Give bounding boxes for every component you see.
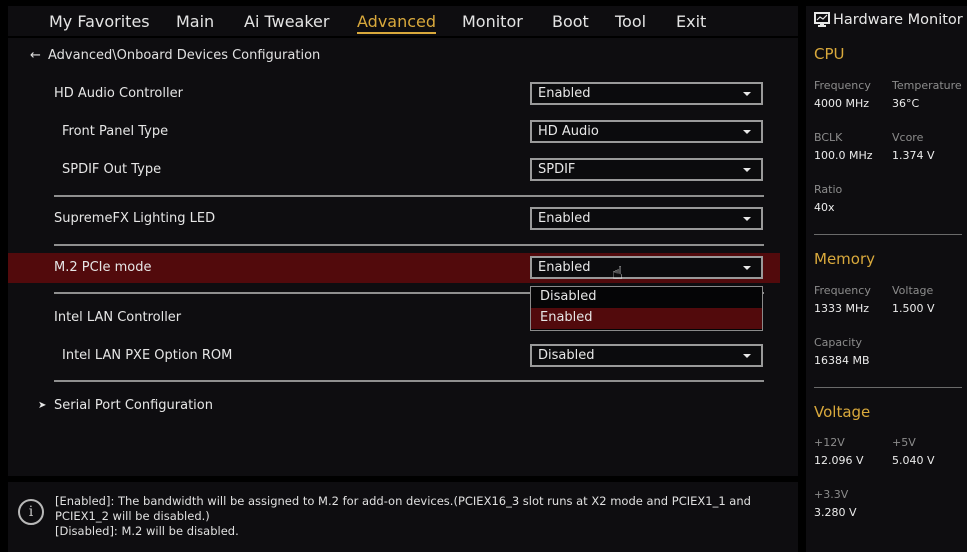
top-menu-bar: My Favorites Main Ai Tweaker Advanced Mo… [8, 6, 798, 36]
breadcrumb-path: Advanced\Onboard Devices Configuration [48, 48, 321, 63]
setting-label: M.2 PCIe mode [54, 260, 152, 275]
cpu-vcore-value: 1.374 V [892, 149, 935, 162]
tab-monitor[interactable]: Monitor [462, 12, 523, 31]
dropdown-option-disabled[interactable]: Disabled [531, 287, 762, 308]
divider [54, 195, 764, 197]
memory-frequency-label: Frequency [814, 284, 871, 297]
setting-label: Intel LAN PXE Option ROM [62, 348, 233, 363]
select-value: HD Audio [538, 124, 599, 139]
front-panel-type-select[interactable]: HD Audio [530, 120, 763, 143]
hand-cursor-icon: ☝ [612, 263, 623, 284]
voltage-3v3-value: 3.280 V [814, 506, 857, 519]
cpu-frequency-value: 4000 MHz [814, 97, 870, 110]
hw-title-text: Hardware Monitor [833, 12, 963, 28]
voltage-5v-label: +5V [892, 436, 916, 449]
divider [54, 244, 764, 246]
caret-down-icon [743, 168, 751, 172]
voltage-12v-value: 12.096 V [814, 454, 864, 467]
divider [814, 387, 962, 388]
caret-down-icon [743, 217, 751, 221]
tab-exit[interactable]: Exit [676, 12, 706, 31]
caret-down-icon [743, 92, 751, 96]
hardware-monitor-title: Hardware Monitor [814, 12, 963, 28]
memory-frequency-value: 1333 MHz [814, 302, 870, 315]
voltage-12v-label: +12V [814, 436, 845, 449]
settings-panel: ← Advanced\Onboard Devices Configuration … [8, 38, 798, 476]
submenu-arrow-icon: ➤ [38, 400, 47, 411]
help-text: [Enabled]: The bandwidth will be assigne… [55, 494, 790, 539]
intel-lan-pxe-option-rom-select[interactable]: Disabled [530, 344, 763, 367]
caret-down-icon [743, 130, 751, 134]
caret-down-icon [743, 266, 751, 270]
voltage-section-title: Voltage [814, 403, 871, 421]
setting-intel-lan-pxe-option-rom[interactable]: Intel LAN PXE Option ROM Disabled [8, 341, 798, 371]
setting-label: SPDIF Out Type [62, 162, 162, 177]
cpu-temperature-value: 36°C [892, 97, 920, 110]
help-panel: i [Enabled]: The bandwidth will be assig… [8, 482, 798, 552]
caret-down-icon [743, 354, 751, 358]
memory-section-title: Memory [814, 250, 876, 268]
select-value: Enabled [538, 211, 591, 226]
help-line-disabled: [Disabled]: M.2 will be disabled. [55, 524, 239, 538]
setting-label: SupremeFX Lighting LED [54, 211, 216, 226]
cpu-temperature-label: Temperature [892, 79, 962, 92]
setting-front-panel-type[interactable]: Front Panel Type HD Audio [8, 117, 798, 147]
tab-main[interactable]: Main [176, 12, 214, 31]
cpu-frequency-label: Frequency [814, 79, 871, 92]
submenu-label: Serial Port Configuration [54, 398, 213, 413]
breadcrumb: ← Advanced\Onboard Devices Configuration [30, 48, 320, 63]
cpu-ratio-value: 40x [814, 201, 835, 214]
memory-voltage-value: 1.500 V [892, 302, 935, 315]
hd-audio-controller-select[interactable]: Enabled [530, 82, 763, 105]
tab-boot[interactable]: Boot [552, 12, 589, 31]
dropdown-option-enabled[interactable]: Enabled [531, 308, 762, 329]
voltage-3v3-label: +3.3V [814, 488, 849, 501]
option-label: Enabled [540, 310, 593, 325]
m2-pcie-mode-dropdown: Disabled Enabled [530, 286, 763, 331]
voltage-5v-value: 5.040 V [892, 454, 935, 467]
tab-advanced[interactable]: Advanced [357, 12, 437, 34]
setting-label: Front Panel Type [62, 124, 169, 139]
tab-my-favorites[interactable]: My Favorites [49, 12, 150, 31]
help-line-enabled: [Enabled]: The bandwidth will be assigne… [55, 494, 751, 523]
setting-hd-audio-controller[interactable]: HD Audio Controller Enabled [8, 79, 798, 109]
select-value: Disabled [538, 348, 595, 363]
cpu-bclk-value: 100.0 MHz [814, 149, 873, 162]
memory-voltage-label: Voltage [892, 284, 934, 297]
m2-pcie-mode-select[interactable]: Enabled [530, 256, 763, 279]
hardware-monitor-panel: Hardware Monitor CPU Frequency 4000 MHz … [806, 6, 967, 552]
monitor-icon [814, 12, 830, 27]
select-value: SPDIF [538, 162, 576, 177]
setting-m2-pcie-mode[interactable]: M.2 PCIe mode Enabled [8, 253, 780, 283]
info-icon: i [18, 499, 44, 525]
setting-spdif-out-type[interactable]: SPDIF Out Type SPDIF [8, 155, 798, 185]
memory-capacity-value: 16384 MB [814, 354, 870, 367]
cpu-bclk-label: BCLK [814, 131, 843, 144]
select-value: Enabled [538, 260, 591, 275]
setting-label: Intel LAN Controller [54, 310, 182, 325]
select-value: Enabled [538, 86, 591, 101]
supremefx-lighting-led-select[interactable]: Enabled [530, 207, 763, 230]
cpu-vcore-label: Vcore [892, 131, 924, 144]
divider [54, 380, 764, 382]
setting-supremefx-lighting-led[interactable]: SupremeFX Lighting LED Enabled [8, 204, 798, 234]
cpu-section-title: CPU [814, 45, 845, 63]
spdif-out-type-select[interactable]: SPDIF [530, 158, 763, 181]
setting-label: HD Audio Controller [54, 86, 183, 101]
option-label: Disabled [540, 289, 597, 304]
tab-ai-tweaker[interactable]: Ai Tweaker [244, 12, 329, 31]
back-arrow-icon[interactable]: ← [30, 48, 48, 63]
divider [814, 234, 962, 235]
tab-tool[interactable]: Tool [615, 12, 646, 31]
memory-capacity-label: Capacity [814, 336, 863, 349]
submenu-serial-port-configuration[interactable]: ➤ Serial Port Configuration [8, 391, 798, 421]
cpu-ratio-label: Ratio [814, 183, 843, 196]
